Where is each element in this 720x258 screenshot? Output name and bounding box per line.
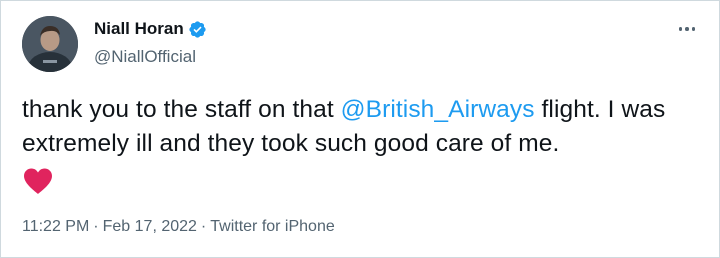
name-line: Niall Horan [94,19,207,39]
more-options-icon[interactable] [675,19,699,39]
tweet-meta: 11:22 PM · Feb 17, 2022 · Twitter for iPhone [22,218,335,236]
avatar-photo-icon [22,16,78,72]
tweet-source[interactable]: Twitter for iPhone [210,218,335,235]
display-name[interactable]: Niall Horan [94,19,184,39]
meta-separator-1: · [93,218,99,235]
tweet-date[interactable]: Feb 17, 2022 [103,218,197,235]
avatar[interactable] [22,16,78,72]
tweet-card: Niall Horan @NiallOfficial thank you to … [0,0,720,258]
verified-badge-icon [189,20,206,38]
tweet-text-part-1: thank you to the staff on that [22,96,341,123]
tweet-text: thank you to the staff on that @British_… [22,93,702,195]
tweet-time[interactable]: 11:22 PM [22,218,89,235]
heart-emoji-icon [24,168,52,194]
meta-separator-2: · [200,218,207,235]
mention-link[interactable]: @British_Airways [341,96,535,123]
user-handle[interactable]: @NiallOfficial [94,47,196,67]
